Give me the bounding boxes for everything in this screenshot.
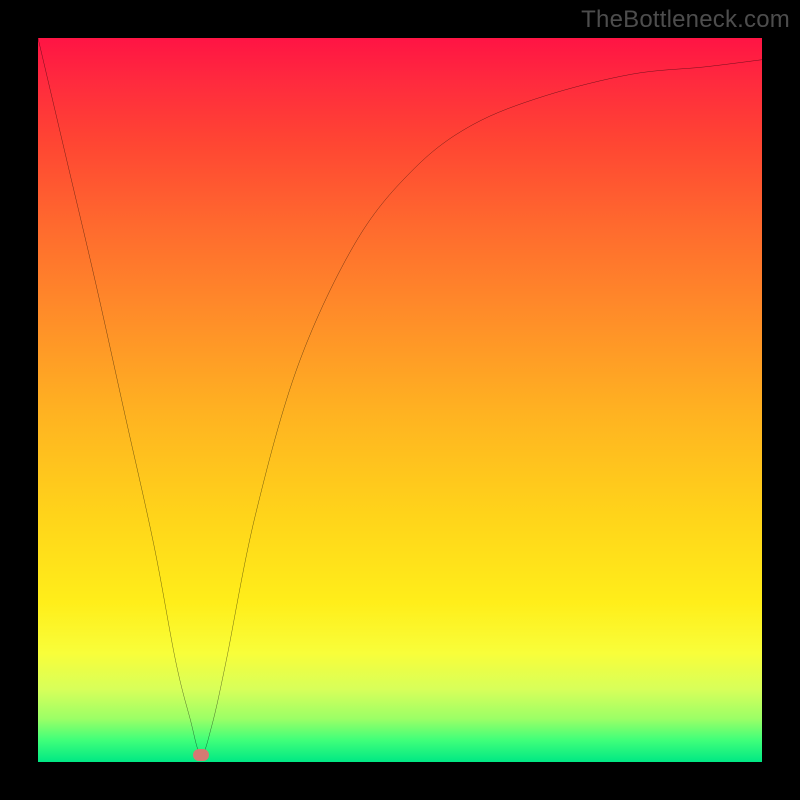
bottleneck-curve-path (38, 38, 762, 755)
optimal-point-marker (193, 749, 209, 761)
watermark-text: TheBottleneck.com (581, 6, 790, 34)
chart-frame: TheBottleneck.com (0, 0, 800, 800)
plot-area (38, 38, 762, 762)
curve-svg (38, 38, 762, 762)
